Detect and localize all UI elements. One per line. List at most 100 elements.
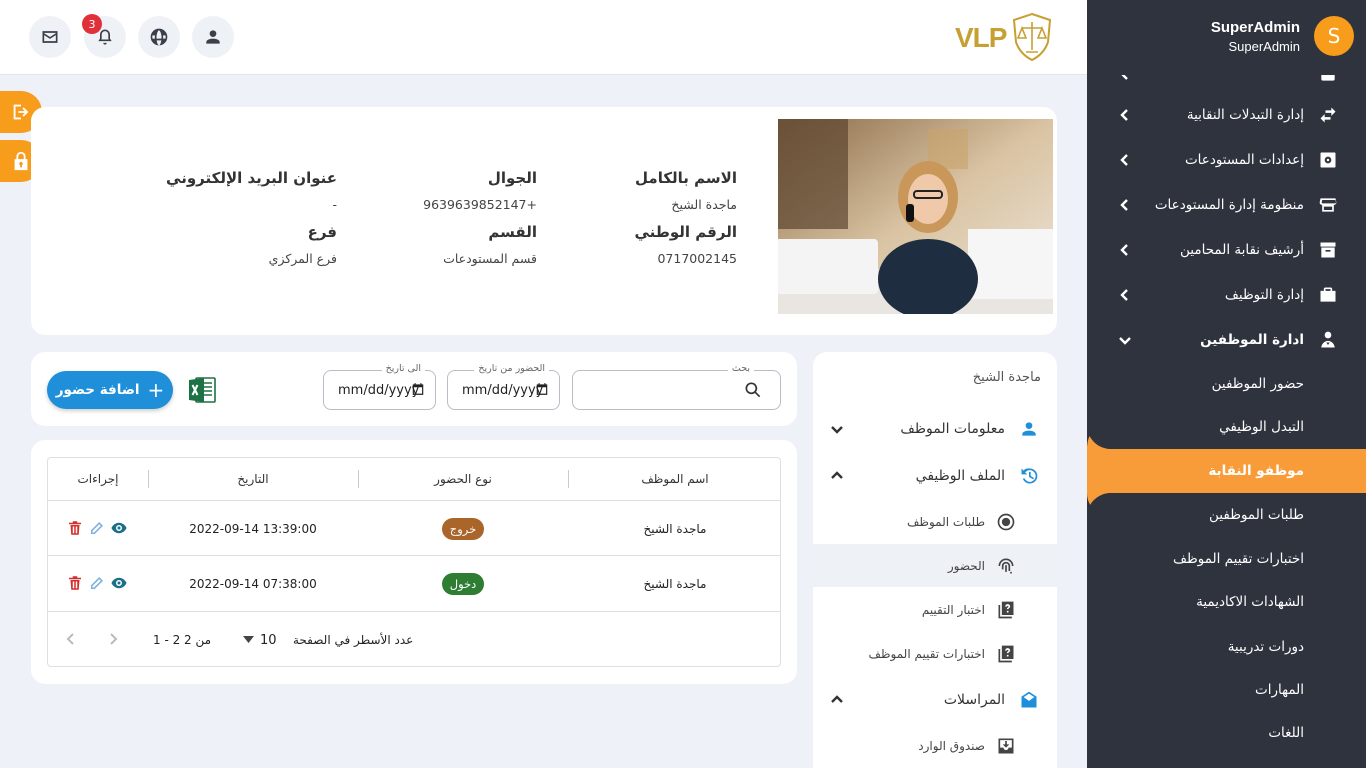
nav-section-employee-info[interactable]: معلومات الموظف: [813, 407, 1057, 451]
chevron-right-icon[interactable]: [106, 632, 120, 646]
quiz-icon: [995, 600, 1017, 620]
employee-profile-card: الاسم بالكامل ماجدة الشيخ الرقم الوطني 0…: [31, 107, 1057, 335]
top-bar: 3 VLP: [0, 0, 1087, 75]
store-icon: [1316, 195, 1340, 215]
chevron-up-icon: [827, 693, 847, 707]
delete-icon[interactable]: [66, 574, 84, 592]
col-header-employee-name[interactable]: اسم الموظف: [570, 458, 780, 500]
history-icon: [1017, 466, 1041, 486]
email-label: عنوان البريد الإلكتروني: [166, 169, 337, 187]
sidebar-subitem-evaluation-tests[interactable]: اختبارات تقييم الموظف: [1087, 537, 1366, 580]
lock-icon: [14, 151, 28, 171]
to-date-input[interactable]: الى تاريخ mm/dd/yyyy: [323, 363, 436, 410]
col-header-attendance-type[interactable]: نوع الحضور: [358, 458, 568, 500]
edit-icon[interactable]: [88, 574, 106, 592]
national-id-value: 0717002145: [657, 251, 737, 266]
sidebar-item-employees[interactable]: ادارة الموظفين: [1087, 318, 1366, 362]
status-badge: دخول: [441, 572, 485, 595]
email-value: -: [332, 197, 337, 212]
employees-icon: [1316, 330, 1340, 350]
sidebar-item-archive[interactable]: أرشيف نقابة المحامين: [1087, 228, 1366, 272]
page-range: 1 - 2 من 2: [153, 633, 212, 647]
sidebar-item-union-transfers[interactable]: إدارة التبدلات النقابية: [1087, 93, 1366, 137]
fingerprint-icon: [995, 556, 1017, 576]
department-label: القسم: [488, 223, 537, 241]
full-name-value: ماجدة الشيخ: [671, 197, 737, 212]
caret-down-icon[interactable]: [243, 636, 254, 644]
mail-icon: [42, 31, 58, 43]
briefcase-icon: [1316, 285, 1340, 305]
nav-subitem-evaluation-test[interactable]: اختبار التقييم: [813, 588, 1057, 631]
sidebar-subitem-job-transfer[interactable]: التبدل الوظيفي: [1087, 405, 1366, 448]
chevron-left-icon: [1115, 108, 1135, 122]
chevron-left-icon[interactable]: [64, 632, 78, 646]
archive-icon: [1316, 240, 1340, 260]
gear-box-icon: [1316, 150, 1340, 170]
user-role: SuperAdmin: [1228, 39, 1300, 54]
delete-icon[interactable]: [66, 519, 84, 537]
nav-section-correspondence[interactable]: المراسلات: [813, 678, 1057, 722]
mail-open-icon: [1017, 690, 1041, 710]
notification-count-badge: 3: [82, 14, 102, 34]
col-header-date[interactable]: التاريخ: [148, 458, 358, 500]
sidebar-subitem-languages[interactable]: اللغات: [1087, 711, 1366, 754]
attendance-table-card: اسم الموظف نوع الحضور التاريخ إجراءات ما…: [31, 440, 797, 684]
logout-icon: [13, 104, 29, 120]
nav-subitem-attendance[interactable]: الحضور: [813, 544, 1057, 587]
person-icon: [1017, 419, 1041, 439]
language-button[interactable]: [138, 16, 180, 58]
sidebar: S SuperAdmin SuperAdmin إدارة التبدلات ا…: [1087, 0, 1366, 768]
sidebar-subitem-certificates[interactable]: الشهادات الاكاديمية: [1087, 580, 1366, 623]
rows-per-page-label: عدد الأسطر في الصفحة: [293, 633, 414, 647]
avatar[interactable]: S: [1314, 16, 1354, 56]
search-input[interactable]: بحث: [572, 363, 781, 410]
swap-icon: [1316, 105, 1340, 125]
calendar-icon[interactable]: [411, 382, 425, 396]
nav-subitem-inbox[interactable]: صندوق الوارد: [813, 724, 1057, 767]
employee-photo: [778, 119, 1053, 314]
department-value: قسم المستودعات: [443, 251, 537, 266]
chevron-up-icon: [827, 469, 847, 483]
sidebar-item-warehouse-system[interactable]: منظومة إدارة المستودعات: [1087, 183, 1366, 227]
mail-button[interactable]: [29, 16, 71, 58]
attendance-table: اسم الموظف نوع الحضور التاريخ إجراءات ما…: [47, 457, 781, 667]
chevron-down-icon: [827, 422, 847, 436]
nav-section-job-file[interactable]: الملف الوظيفي: [813, 454, 1057, 498]
nav-subitem-evaluation-tests[interactable]: اختبارات تقييم الموظف: [813, 632, 1057, 675]
view-icon[interactable]: [110, 574, 128, 592]
sidebar-item-recruitment[interactable]: إدارة التوظيف: [1087, 273, 1366, 317]
add-attendance-button[interactable]: + اضافة حضور: [47, 371, 173, 409]
search-icon: [745, 382, 761, 398]
sidebar-subitem-attendance[interactable]: حضور الموظفين: [1087, 362, 1366, 405]
sidebar-subitem-training[interactable]: دورات تدريبية: [1087, 625, 1366, 668]
sidebar-subitem-union-staff[interactable]: موظفو النقابة: [1087, 449, 1366, 492]
chevron-left-icon: [1115, 243, 1135, 257]
from-date-input[interactable]: الحضور من تاريخ mm/dd/yyyy: [447, 363, 560, 410]
employee-nav-name: ماجدة الشيخ: [972, 370, 1041, 385]
plus-icon: +: [147, 378, 165, 402]
branch-value: فرع المركزي: [268, 251, 337, 266]
chevron-down-icon: [1115, 333, 1135, 347]
sidebar-subitem-skills[interactable]: المهارات: [1087, 668, 1366, 711]
rows-per-page-select[interactable]: 10: [260, 630, 288, 650]
person-icon: [206, 30, 220, 44]
sidebar-user-header: S SuperAdmin SuperAdmin: [1087, 0, 1366, 75]
nav-subitem-employee-requests[interactable]: طلبات الموظف: [813, 500, 1057, 543]
calendar-icon[interactable]: [535, 382, 549, 396]
scales-emblem-icon: [1012, 12, 1052, 62]
user-name: SuperAdmin: [1210, 19, 1300, 36]
view-icon[interactable]: [110, 519, 128, 537]
sidebar-item-warehouse-settings[interactable]: إعدادات المستودعات: [1087, 138, 1366, 182]
inbox-icon: [995, 736, 1017, 756]
chevron-left-icon: [1115, 288, 1135, 302]
table-pagination: عدد الأسطر في الصفحة 10 1 - 2 من 2: [48, 611, 780, 667]
national-id-label: الرقم الوطني: [634, 223, 737, 241]
full-name-label: الاسم بالكامل: [635, 169, 737, 187]
edit-icon[interactable]: [88, 519, 106, 537]
excel-export-icon[interactable]: [187, 375, 217, 405]
profile-button[interactable]: [192, 16, 234, 58]
sidebar-subitem-employee-requests[interactable]: طلبات الموظفين: [1087, 493, 1366, 536]
globe-icon: [150, 28, 168, 46]
vlp-logo: VLP: [955, 12, 1055, 64]
table-row: ماجدة الشيخ خروج 2022-09-14 13:39:00: [48, 500, 780, 555]
